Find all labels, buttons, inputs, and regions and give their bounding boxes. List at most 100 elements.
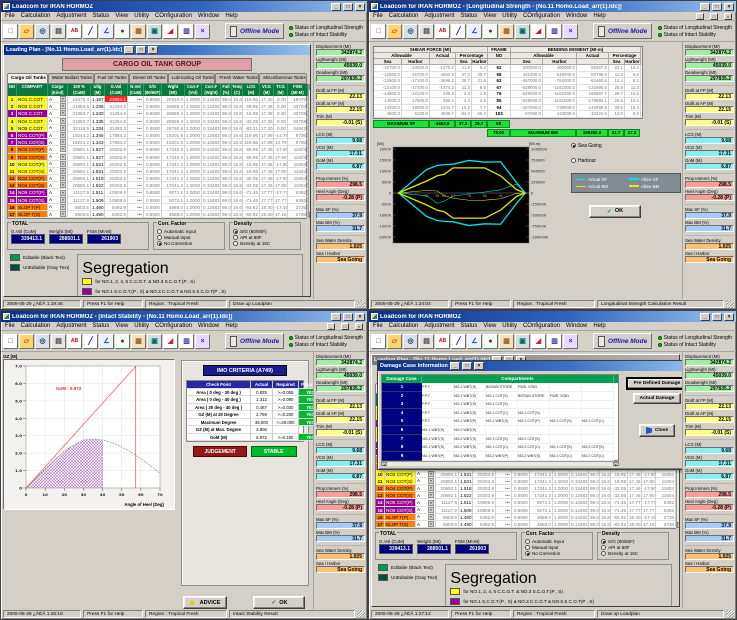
tank-colors-icon[interactable]: ● <box>115 334 130 349</box>
table-row[interactable]: 3 NO3 C.COT A▼ 31883.7 1.240 31254.6 •••… <box>8 110 308 117</box>
ullage-cell[interactable]: 1.240 <box>91 110 105 117</box>
menu-item[interactable]: COnfiguration <box>523 13 560 19</box>
title-bar[interactable]: Loadcom for IRAN HORMOZ - [Longitudinal … <box>369 1 736 12</box>
trim-chart-icon[interactable]: ◢ <box>163 334 178 349</box>
cargo-kind-dropdown[interactable]: A▼ <box>48 139 68 146</box>
minimize-icon[interactable]: _ <box>450 362 460 370</box>
ullage-cell[interactable]: 1.511 <box>91 189 105 196</box>
cargo-kind-dropdown[interactable]: A▼ <box>416 507 436 514</box>
menu-item[interactable]: Help <box>225 323 237 329</box>
menu-item[interactable]: Utility <box>502 13 517 19</box>
ullage-cell[interactable]: 1.522 <box>91 182 105 189</box>
cargo-kind-dropdown[interactable]: A▼ <box>416 471 436 478</box>
cargo-kind-dropdown[interactable]: A▼ <box>48 110 68 117</box>
tab[interactable]: Lubricating Oil Tanks <box>168 73 216 83</box>
menu-item[interactable]: Status <box>92 13 109 19</box>
spell-check-icon[interactable]: AB <box>67 334 82 349</box>
damage-case-row[interactable]: 6 NO.1 WBT(S) NO.2 WBT(S) <box>382 426 618 435</box>
open-folder-icon[interactable]: ▱ <box>387 334 402 349</box>
close-icon[interactable]: × <box>724 313 734 321</box>
draft-line-icon[interactable]: ╱ <box>83 24 98 39</box>
print-icon[interactable]: ▤ <box>51 334 66 349</box>
tab[interactable]: Miscellaneous Tanks <box>259 73 307 83</box>
table-row[interactable]: 2 NO2 C.COT A▼ 31883.6 1.236 31254.6 •••… <box>8 103 308 110</box>
trim-chart-icon[interactable]: ◢ <box>163 24 178 39</box>
radio-option[interactable]: Sea Going <box>571 143 682 149</box>
tank-colors-icon[interactable]: ● <box>115 24 130 39</box>
cargo-kind-dropdown[interactable]: A▼ <box>416 514 436 521</box>
radio-option[interactable]: No Correction <box>157 241 221 246</box>
table-row[interactable]: 7 NO1 COT(S) A▼ 18244.2 1.343 17884.2 ••… <box>8 139 308 146</box>
menu-item[interactable]: Help <box>593 323 605 329</box>
maximize-icon[interactable]: □ <box>343 313 353 321</box>
menu-item[interactable]: COnfiguration <box>155 13 192 19</box>
cargo-kind-dropdown[interactable]: A▼ <box>48 125 68 132</box>
cargo-hold-icon[interactable]: ▦ <box>131 334 146 349</box>
radio-option[interactable]: S/G (60/60F) <box>601 539 665 544</box>
cargo-kind-dropdown[interactable]: A▼ <box>48 211 68 218</box>
cargo-kind-dropdown[interactable]: A▼ <box>416 492 436 499</box>
cargo-kind-dropdown[interactable]: A▼ <box>48 168 68 175</box>
open-folder-icon[interactable]: ▱ <box>19 334 34 349</box>
menu-item[interactable]: Status <box>460 323 477 329</box>
ullage-cell[interactable]: 1.531 <box>91 168 105 175</box>
damage-case-row[interactable]: 7 NO.1 WBT(S) NO.2 WBT(S) NO.1 COT(S) NO… <box>382 435 618 444</box>
new-file-icon[interactable]: □ <box>371 334 386 349</box>
menu-item[interactable]: View <box>483 323 496 329</box>
table-row[interactable]: 1 NO1 C.COT A▼ 24375.3 1.187 23894.1 •••… <box>8 96 308 103</box>
new-file-icon[interactable]: □ <box>3 24 18 39</box>
table-row[interactable]: 13 NO4 COT(S) A▼ 20692.1 1.522 20203.8 •… <box>376 492 676 499</box>
report-book-icon[interactable]: ▥ <box>547 24 562 39</box>
display-icon[interactable]: ▣ <box>515 24 530 39</box>
trim-chart-icon[interactable]: ◢ <box>531 24 546 39</box>
minimize-icon[interactable]: _ <box>331 313 341 321</box>
ok-button[interactable]: ✓OK <box>253 596 305 609</box>
table-row[interactable]: 10 NO3 COT(P) A▼ 20692.1 1.531 20203.8 •… <box>8 161 308 168</box>
tab[interactable]: Fuel Oil Tanks <box>94 73 129 83</box>
minimize-icon[interactable]: _ <box>700 3 710 11</box>
damage-case-row[interactable]: 5 F.P.T NO.1 WBT(P) NO.1 WBT(S) NO.1 COT… <box>382 417 618 426</box>
table-row[interactable]: 15 NO5 COT(S) A▼ 11127.9 1.509 10908.6 •… <box>376 507 676 514</box>
maximize-icon[interactable]: □ <box>462 362 472 370</box>
radio-option[interactable]: Harbour <box>571 158 682 164</box>
spell-check-icon[interactable]: AB <box>435 334 450 349</box>
menu-item[interactable]: Window <box>198 13 219 19</box>
title-bar[interactable]: Loadcom for IRAN HORMOZ _ □ × <box>369 311 736 322</box>
close-icon[interactable]: × <box>148 46 158 54</box>
cargo-kind-dropdown[interactable]: A▼ <box>48 189 68 196</box>
print-icon[interactable]: ▤ <box>51 24 66 39</box>
menu-item[interactable]: Window <box>198 323 219 329</box>
report-book-icon[interactable]: ▥ <box>179 334 194 349</box>
close-icon[interactable]: × <box>355 313 365 321</box>
cargo-kind-dropdown[interactable]: A▼ <box>416 521 436 528</box>
close-button[interactable]: Close <box>639 424 675 437</box>
radio-option[interactable]: Automatic Input <box>525 539 589 544</box>
cargo-kind-dropdown[interactable]: A▼ <box>48 103 68 110</box>
table-row[interactable]: 13 NO4 COT(S) A▼ 20692.1 1.522 20203.8 •… <box>8 182 308 189</box>
radio-option[interactable]: API at 60F <box>601 545 665 550</box>
table-row[interactable]: 12 NO4 COT(P) A▼ 20692.1 1.518 20203.8 •… <box>376 485 676 492</box>
delete-icon[interactable]: × <box>195 24 210 39</box>
child-minimize-icon[interactable]: _ <box>327 323 335 330</box>
cargo-kind-dropdown[interactable]: A▼ <box>48 154 68 161</box>
radio-option[interactable]: Manual Input <box>525 545 589 550</box>
ullage-cell[interactable]: 1.187 <box>91 96 105 103</box>
table-row[interactable]: 10 NO3 COT(P) A▼ 20692.1 1.531 20203.8 •… <box>376 471 676 478</box>
menu-item[interactable]: COnfiguration <box>523 323 560 329</box>
maximize-icon[interactable]: □ <box>136 46 146 54</box>
ullage-cell[interactable]: 1.490 <box>91 204 105 211</box>
ullage-cell[interactable]: 1.527 <box>91 154 105 161</box>
horizontal-scrollbar[interactable]: ◀▶ <box>381 461 619 466</box>
minimize-icon[interactable]: _ <box>331 3 341 11</box>
damage-case-row[interactable]: 9 NO.1 WBT(P) NO.1 WBT(S) NO.2 WBT(P) NO… <box>382 452 618 461</box>
new-file-icon[interactable]: □ <box>3 334 18 349</box>
trim-gauge-icon[interactable]: ∠ <box>467 24 482 39</box>
table-row[interactable]: 5 NO5 C.COT A▼ 32116.9 1.234 31483.3 •••… <box>8 125 308 132</box>
trim-gauge-icon[interactable]: ∠ <box>99 24 114 39</box>
menu-item[interactable]: Window <box>566 323 587 329</box>
cargo-hold-icon[interactable]: ▦ <box>131 24 146 39</box>
menu-item[interactable]: Window <box>566 13 587 19</box>
cargo-kind-dropdown[interactable]: A▼ <box>416 485 436 492</box>
resize-grip[interactable] <box>357 610 365 618</box>
vertical-scrollbar[interactable]: ▲▼ <box>308 84 311 218</box>
